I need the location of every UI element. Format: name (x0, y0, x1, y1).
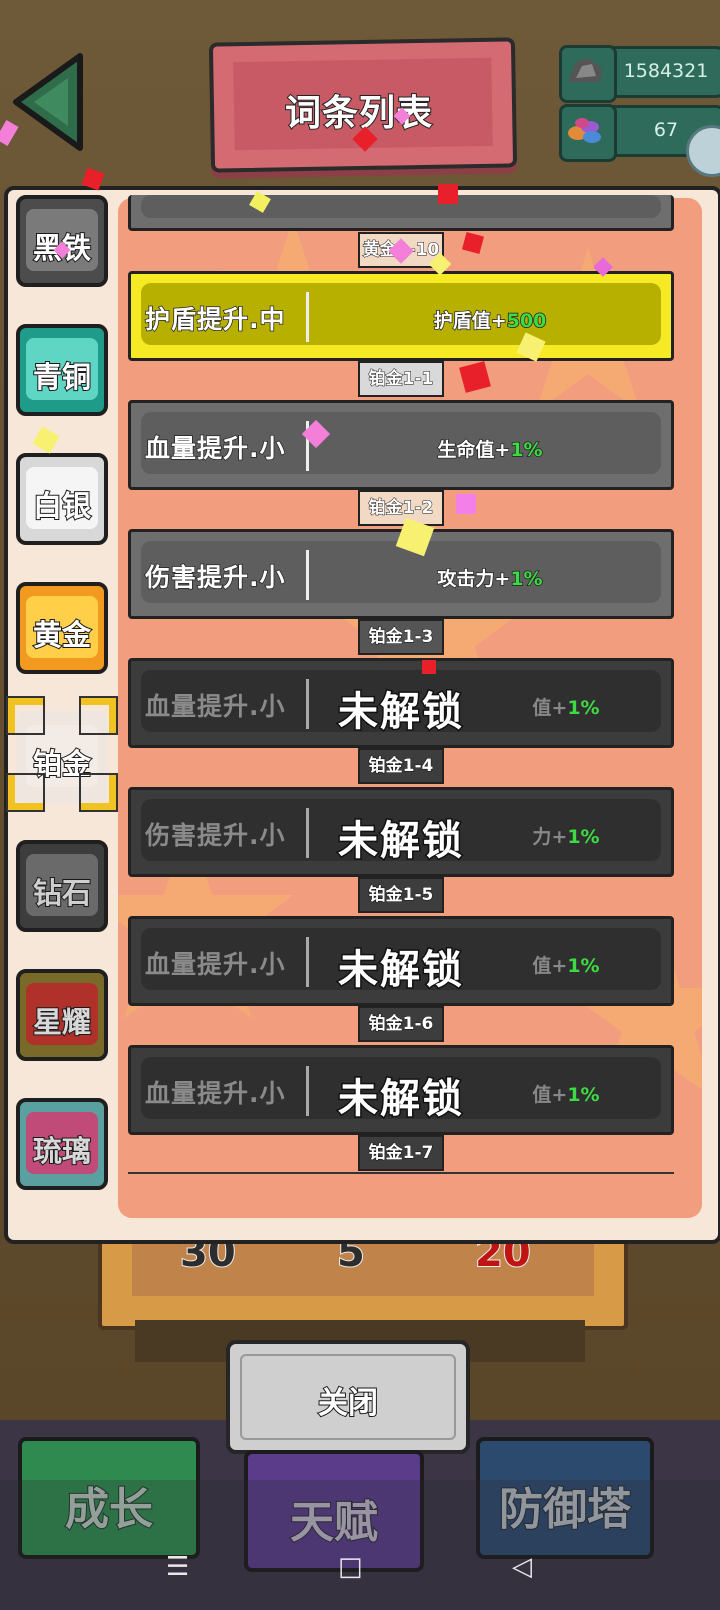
entry-row[interactable]: 护盾提升.中 护盾值+500 (128, 271, 674, 361)
entry-name: 血量提升.小 (144, 433, 286, 464)
tab-starlight[interactable]: 星耀 (16, 969, 108, 1061)
page-title: 词条列表 (284, 92, 433, 135)
entry-name: 血量提升.小 (145, 692, 286, 721)
entry-row-locked[interactable]: 血量提升.小 值+1% 未解锁 (128, 1045, 674, 1135)
locked-label: 未解锁 (337, 946, 464, 995)
home-icon[interactable]: □ (338, 1552, 363, 1582)
confetti (438, 184, 458, 204)
back-icon[interactable]: ◁ (512, 1552, 532, 1582)
entry-code: 铂金1-3 (358, 619, 444, 655)
entry-name: 血量提升.小 (145, 950, 286, 979)
currency-ore: 1584321 (559, 45, 720, 103)
entry-code: 铂金1-6 (358, 1006, 444, 1042)
entry-effect: 生命值+1% (437, 438, 544, 462)
list-end-divider (128, 1172, 674, 1174)
entry-row-locked[interactable]: 血量提升.小 值+1% 未解锁 (128, 658, 674, 748)
entry-partial (128, 195, 674, 231)
entry-code: 铂金1-1 (358, 361, 444, 397)
system-nav-bar (0, 1480, 720, 1610)
entry-row-locked[interactable]: 血量提升.小 值+1% 未解锁 (128, 916, 674, 1006)
locked-label: 未解锁 (337, 817, 464, 866)
gems-icon (559, 104, 617, 162)
entry-row[interactable]: 血量提升.小 生命值+1% (128, 400, 674, 490)
entry-code: 铂金1-2 (358, 490, 444, 526)
entry-effect: 护盾值+500 (433, 309, 547, 333)
entry-code: 铂金1-5 (358, 877, 444, 913)
back-arrow-button[interactable] (10, 52, 88, 152)
tab-diamond[interactable]: 钻石 (16, 840, 108, 932)
currency-ore-value: 1584321 (623, 60, 709, 82)
recent-apps-icon[interactable]: ☰ (166, 1552, 189, 1582)
selected-tab-frame (8, 698, 116, 810)
confetti (422, 660, 436, 674)
tab-bronze[interactable]: 青铜 (16, 324, 108, 416)
entry-effect: 攻击力+1% (437, 567, 544, 591)
back-arrow-icon (13, 53, 83, 151)
entry-name: 伤害提升.小 (144, 562, 286, 593)
entry-row-locked[interactable]: 伤害提升.小 力+1% 未解锁 (128, 787, 674, 877)
locked-label: 未解锁 (337, 688, 464, 737)
entry-name: 护盾提升.中 (144, 304, 286, 335)
entry-code: 铂金1-7 (358, 1135, 444, 1171)
locked-label: 未解锁 (337, 1075, 464, 1124)
tab-gold[interactable]: 黄金 (16, 582, 108, 674)
entry-code: 铂金1-4 (358, 748, 444, 784)
ore-icon (559, 45, 617, 103)
confetti (456, 494, 476, 514)
entry-name: 伤害提升.小 (145, 821, 286, 850)
entry-name: 血量提升.小 (145, 1079, 286, 1108)
close-button[interactable]: 关闭 (226, 1340, 470, 1454)
tab-glaze[interactable]: 琉璃 (16, 1098, 108, 1190)
tab-silver[interactable]: 白银 (16, 453, 108, 545)
